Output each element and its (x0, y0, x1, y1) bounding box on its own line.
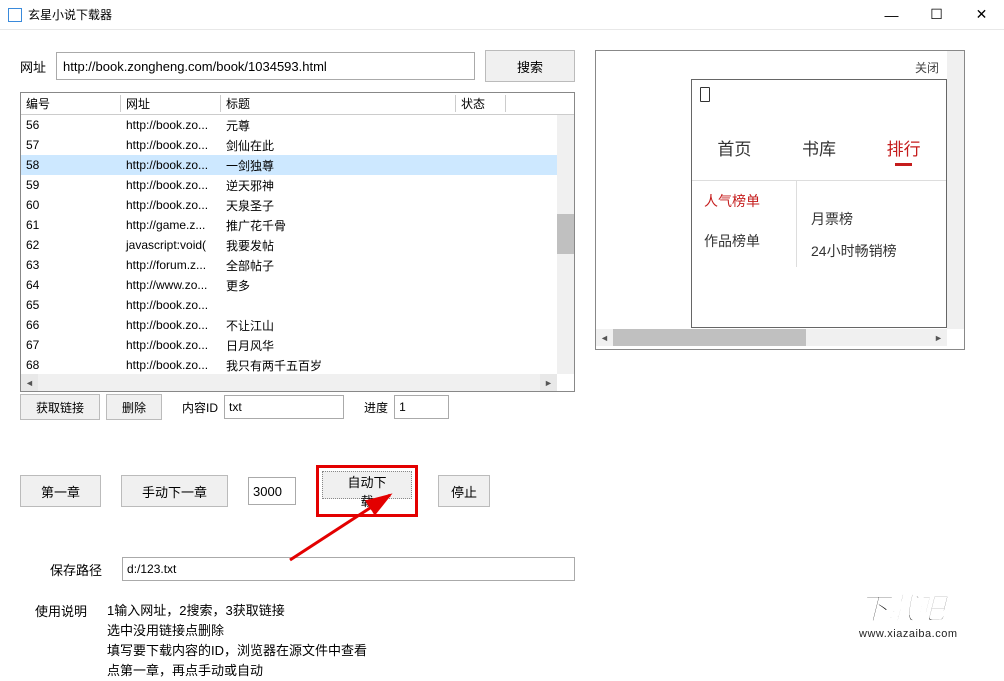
interval-input[interactable] (248, 477, 296, 505)
table-row[interactable]: 57http://book.zo...剑仙在此 (21, 135, 574, 155)
col-url[interactable]: 网址 (121, 95, 221, 112)
help-label: 使用说明 (35, 601, 87, 681)
table-row[interactable]: 64http://www.zo...更多 (21, 275, 574, 295)
table-row[interactable]: 62javascript:void(我要发帖 (21, 235, 574, 255)
horizontal-scrollbar[interactable]: ◄► (21, 374, 557, 391)
preview-panel: 关闭 首页 书库 排行 人气榜单 作品榜单 月票榜 24小时畅销榜 (595, 50, 965, 350)
maximize-button[interactable]: ☐ (914, 0, 959, 30)
save-path-label: 保存路径 (50, 560, 102, 579)
delete-button[interactable]: 删除 (106, 394, 162, 420)
col-title[interactable]: 标题 (221, 95, 456, 112)
table-row[interactable]: 67http://book.zo...日月风华 (21, 335, 574, 355)
table-row[interactable]: 66http://book.zo...不让江山 (21, 315, 574, 335)
preview-v-scroll[interactable] (947, 51, 964, 329)
sub-works[interactable]: 作品榜单 (692, 221, 796, 261)
url-input[interactable] (56, 52, 475, 80)
tab-library[interactable]: 书库 (802, 135, 836, 160)
help-text: 1输入网址，2搜索，3获取链接 选中没用链接点删除 填写要下载内容的ID，浏览器… (107, 601, 367, 681)
minimize-button[interactable]: — (869, 0, 914, 30)
manual-next-button[interactable]: 手动下一章 (121, 475, 228, 507)
content-id-label: 内容ID (182, 399, 218, 416)
close-button[interactable]: ✕ (959, 0, 1004, 30)
rank-monthly[interactable]: 月票榜 (797, 203, 946, 235)
get-links-button[interactable]: 获取链接 (20, 394, 100, 420)
table-header: 编号 网址 标题 状态 (21, 93, 574, 115)
preview-close[interactable]: 关闭 (915, 59, 939, 76)
first-chapter-button[interactable]: 第一章 (20, 475, 101, 507)
book-table: 编号 网址 标题 状态 56http://book.zo...元尊57http:… (20, 92, 575, 392)
highlight-annotation: 自动下载 (316, 465, 418, 517)
table-row[interactable]: 60http://book.zo...天泉圣子 (21, 195, 574, 215)
col-status[interactable]: 状态 (456, 95, 506, 112)
save-path-input[interactable] (122, 557, 575, 581)
url-label: 网址 (20, 57, 46, 76)
table-row[interactable]: 61http://game.z...推广花千骨 (21, 215, 574, 235)
titlebar: 玄星小说下载器 — ☐ ✕ (0, 0, 1004, 30)
tab-ranking[interactable]: 排行 (887, 135, 921, 160)
app-icon (8, 8, 22, 22)
vertical-scrollbar[interactable] (557, 115, 574, 374)
table-row[interactable]: 65http://book.zo... (21, 295, 574, 315)
search-button[interactable]: 搜索 (485, 50, 575, 82)
content-id-input[interactable] (224, 395, 344, 419)
table-row[interactable]: 58http://book.zo...一剑独尊 (21, 155, 574, 175)
auto-download-button[interactable]: 自动下载 (322, 471, 412, 499)
window-title: 玄星小说下载器 (28, 6, 869, 23)
table-row[interactable]: 56http://book.zo...元尊 (21, 115, 574, 135)
tab-home[interactable]: 首页 (717, 135, 751, 160)
mobile-icon (700, 87, 710, 102)
col-num[interactable]: 编号 (21, 95, 121, 112)
table-row[interactable]: 68http://book.zo...我只有两千五百岁 (21, 355, 574, 375)
table-row[interactable]: 63http://forum.z...全部帖子 (21, 255, 574, 275)
progress-label: 进度 (364, 399, 388, 416)
rank-24h[interactable]: 24小时畅销榜 (797, 235, 946, 267)
watermark: 下载吧 www.xiazaiba.com (859, 584, 1004, 654)
sub-popularity[interactable]: 人气榜单 (692, 181, 796, 221)
table-row[interactable]: 59http://book.zo...逆天邪神 (21, 175, 574, 195)
progress-input[interactable] (394, 395, 449, 419)
stop-button[interactable]: 停止 (438, 475, 490, 507)
preview-h-scroll[interactable]: ◄► (596, 329, 947, 346)
